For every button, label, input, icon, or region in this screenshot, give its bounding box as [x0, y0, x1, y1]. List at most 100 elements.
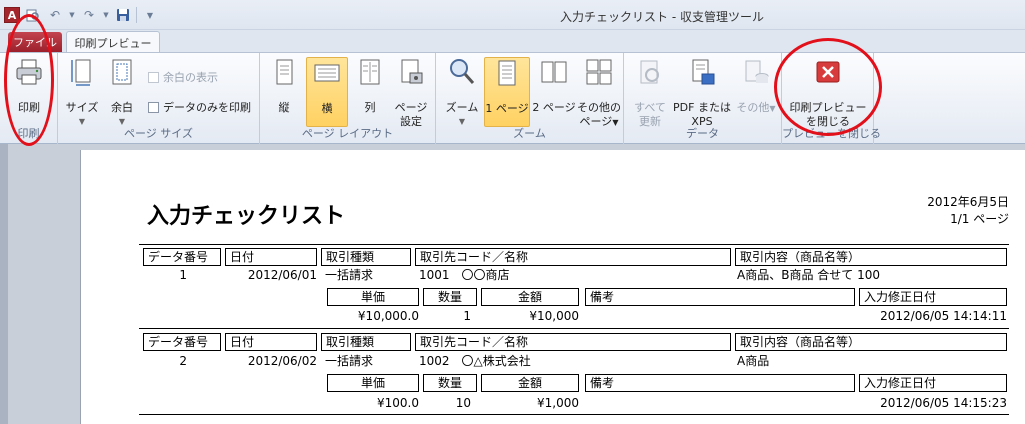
header-content: 取引内容（商品名等） — [735, 333, 1007, 351]
report-title: 入力チェックリスト — [147, 204, 346, 229]
header-modified: 入力修正日付 — [859, 288, 1007, 306]
record-kind: 一括請求 — [325, 354, 374, 368]
title-bar: A ↶ ▼ ↷ ▼ ▼ 入力チェックリスト - 収支管理ツール — [0, 0, 1025, 30]
record-no: 1 — [179, 268, 187, 282]
header-data-no: データ番号 — [143, 248, 221, 266]
header-kind: 取引種類 — [321, 248, 411, 266]
one-page-icon — [498, 60, 516, 86]
access-app-icon[interactable]: A — [4, 7, 20, 23]
record-content: A商品 — [737, 354, 770, 368]
margins-icon — [112, 59, 132, 85]
printer-icon — [16, 59, 42, 85]
undo-icon[interactable]: ↶ — [46, 6, 64, 24]
record-quantity: 10 — [455, 396, 471, 410]
record-partner: 1002 〇△株式会社 — [419, 354, 531, 368]
redo-dropdown-icon[interactable]: ▼ — [102, 6, 110, 24]
undo-dropdown-icon[interactable]: ▼ — [68, 6, 76, 24]
page-setup-button[interactable]: ページ 設定 — [390, 57, 432, 129]
database-export-icon — [745, 60, 769, 83]
tab-print-preview[interactable]: 印刷プレビュー — [66, 31, 160, 53]
two-pages-icon — [541, 61, 567, 83]
pdf-xps-label-1: PDF または — [673, 101, 731, 114]
ribbon-tab-row: ファイル 印刷プレビュー — [0, 30, 1025, 53]
print-preview-quick-icon[interactable] — [24, 6, 42, 24]
group-label-print: 印刷 — [17, 127, 40, 140]
pdf-xps-icon — [692, 59, 715, 85]
navigation-pane-strip[interactable] — [0, 144, 8, 424]
record-content: A商品、B商品 合せて 100 — [737, 268, 880, 282]
ribbon-group-print: 印刷 印刷 — [0, 53, 58, 144]
group-label-page-layout: ページ レイアウト — [301, 127, 394, 140]
size-button-label: サイズ — [65, 101, 99, 114]
header-quantity: 数量 — [423, 374, 477, 392]
header-quantity: 数量 — [423, 288, 477, 306]
more-pages-label-1: その他の — [577, 101, 621, 114]
landscape-button-label: 横 — [321, 102, 333, 115]
ribbon-group-zoom: ズーム ▼ 1 ページ 2 ページ その他の ページ▼ ズーム — [436, 53, 624, 144]
landscape-button[interactable]: 横 — [306, 57, 348, 127]
print-button-label: 印刷 — [18, 101, 40, 114]
report-date: 2012年6月5日 — [927, 195, 1009, 209]
header-partner: 取引先コード／名称 — [415, 248, 731, 266]
record-date: 2012/06/01 — [247, 268, 317, 282]
paper-size-icon — [71, 59, 91, 86]
toolbar-separator — [136, 7, 137, 23]
pdf-xps-button[interactable]: PDF または XPS — [672, 57, 732, 129]
refresh-all-button[interactable]: すべて 更新 — [630, 57, 670, 129]
two-pages-button[interactable]: 2 ページ — [532, 57, 576, 115]
two-pages-button-label: 2 ページ — [532, 101, 576, 114]
record-no: 2 — [179, 354, 187, 368]
header-kind: 取引種類 — [321, 333, 411, 351]
header-modified: 入力修正日付 — [859, 374, 1007, 392]
portrait-button[interactable]: 縦 — [266, 57, 302, 115]
one-page-button[interactable]: 1 ページ — [484, 57, 530, 127]
one-page-button-label: 1 ページ — [485, 102, 529, 115]
print-data-only-checkbox[interactable]: データのみを印刷 — [148, 99, 251, 115]
header-remarks: 備考 — [585, 374, 855, 392]
more-export-dropdown-icon: ▼ — [769, 104, 776, 113]
portrait-button-label: 縦 — [278, 101, 290, 114]
record-unit-price: ¥100.0 — [377, 396, 419, 410]
header-amount: 金額 — [481, 374, 579, 392]
record-separator — [139, 244, 1009, 245]
ribbon-group-page-layout: 縦 横 列 ページ 設定 ページ レイアウト — [260, 53, 436, 144]
print-button[interactable]: 印刷 — [8, 57, 50, 115]
close-print-preview-label-1: 印刷プレビュー — [789, 101, 867, 114]
header-date: 日付 — [225, 248, 317, 266]
record-unit-price: ¥10,000.0 — [357, 309, 419, 323]
more-export-button[interactable]: その他▼ — [734, 57, 778, 116]
zoom-button[interactable]: ズーム ▼ — [442, 57, 482, 129]
group-label-page-size: ページ サイズ — [124, 127, 193, 140]
record-separator — [139, 414, 1009, 415]
refresh-all-label-1: すべて — [634, 101, 666, 114]
header-unit-price: 単価 — [327, 374, 419, 392]
tab-file[interactable]: ファイル — [8, 32, 62, 52]
show-margins-label: 余白の表示 — [163, 71, 218, 84]
save-icon[interactable] — [114, 6, 132, 24]
ribbon-group-data: すべて 更新 PDF または XPS その他▼ データ — [624, 53, 782, 144]
columns-icon — [360, 59, 380, 85]
header-unit-price: 単価 — [327, 288, 419, 306]
refresh-icon — [640, 60, 659, 84]
columns-button[interactable]: 列 — [352, 57, 388, 115]
more-export-label: その他▼ — [734, 101, 778, 116]
ribbon: 印刷 印刷 サイズ ▼ 余白 ▼ 余白の表示 データのみを印刷 ページ サイズ … — [0, 52, 1025, 144]
group-label-close-preview: プレビューを閉じる — [782, 127, 881, 140]
print-preview-area[interactable]: 入力チェックリスト 2012年6月5日 1/1 ページ データ番号 日付 取引種… — [0, 144, 1025, 424]
size-button[interactable]: サイズ ▼ — [62, 57, 102, 129]
record-quantity: 1 — [463, 309, 471, 323]
ribbon-group-page-size: サイズ ▼ 余白 ▼ 余白の表示 データのみを印刷 ページ サイズ — [58, 53, 260, 144]
margins-button[interactable]: 余白 ▼ — [104, 57, 140, 129]
group-label-zoom: ズーム — [513, 127, 546, 140]
margins-button-label: 余白 — [111, 101, 133, 114]
portrait-icon — [276, 59, 293, 85]
show-margins-checkbox-box — [148, 71, 159, 83]
show-margins-checkbox[interactable]: 余白の表示 — [148, 69, 218, 85]
print-data-only-checkbox-box — [148, 101, 159, 113]
redo-icon[interactable]: ↷ — [80, 6, 98, 24]
close-print-preview-button[interactable]: 印刷プレビュー を閉じる — [786, 57, 870, 129]
more-pages-button[interactable]: その他の ページ▼ — [576, 57, 622, 130]
page-setup-label-1: ページ — [394, 101, 428, 114]
customize-toolbar-icon[interactable]: ▼ — [141, 6, 159, 24]
record-date: 2012/06/02 — [247, 354, 317, 368]
